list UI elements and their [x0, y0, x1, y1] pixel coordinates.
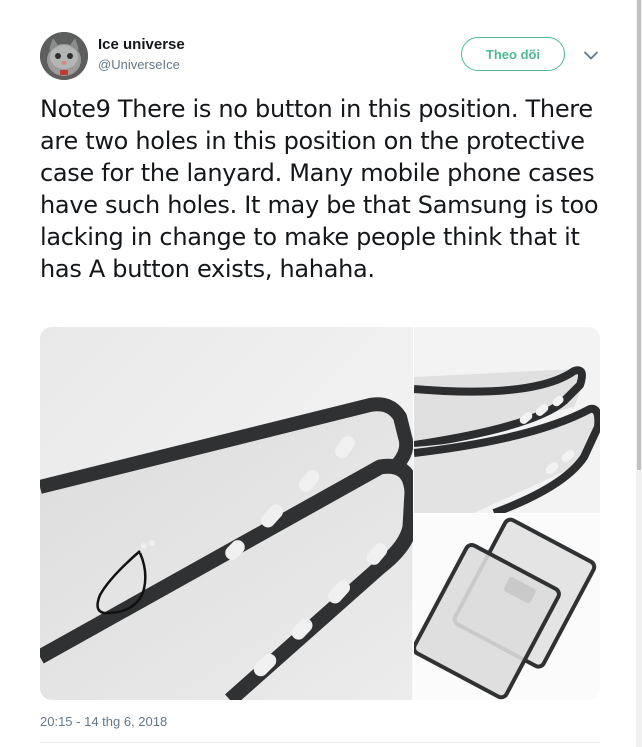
phone-case-photo-3 [414, 514, 600, 700]
avatar[interactable] [40, 32, 88, 80]
more-options-button[interactable] [582, 46, 600, 64]
divider [40, 742, 600, 743]
photo-1[interactable] [40, 327, 413, 700]
scrollbar-thumb[interactable] [637, 0, 641, 470]
tweet-timestamp[interactable]: 20:15 - 14 thg 6, 2018 [40, 713, 167, 731]
photo-3[interactable] [414, 514, 600, 700]
phone-case-photo-2 [414, 327, 600, 513]
tweet-card: Ice universe @UniverseIce Theo dõi Note9… [0, 0, 642, 747]
author-name[interactable]: Ice universe [98, 36, 185, 54]
author-handle[interactable]: @UniverseIce [98, 57, 180, 73]
follow-button[interactable]: Theo dõi [461, 37, 565, 71]
tweet-text: Note9 There is no button in this positio… [40, 95, 599, 283]
photo-2[interactable] [414, 327, 600, 513]
chevron-down-icon [584, 51, 598, 59]
phone-case-photo-1 [40, 327, 413, 700]
cat-avatar-icon [40, 32, 88, 80]
media-grid [40, 327, 600, 700]
